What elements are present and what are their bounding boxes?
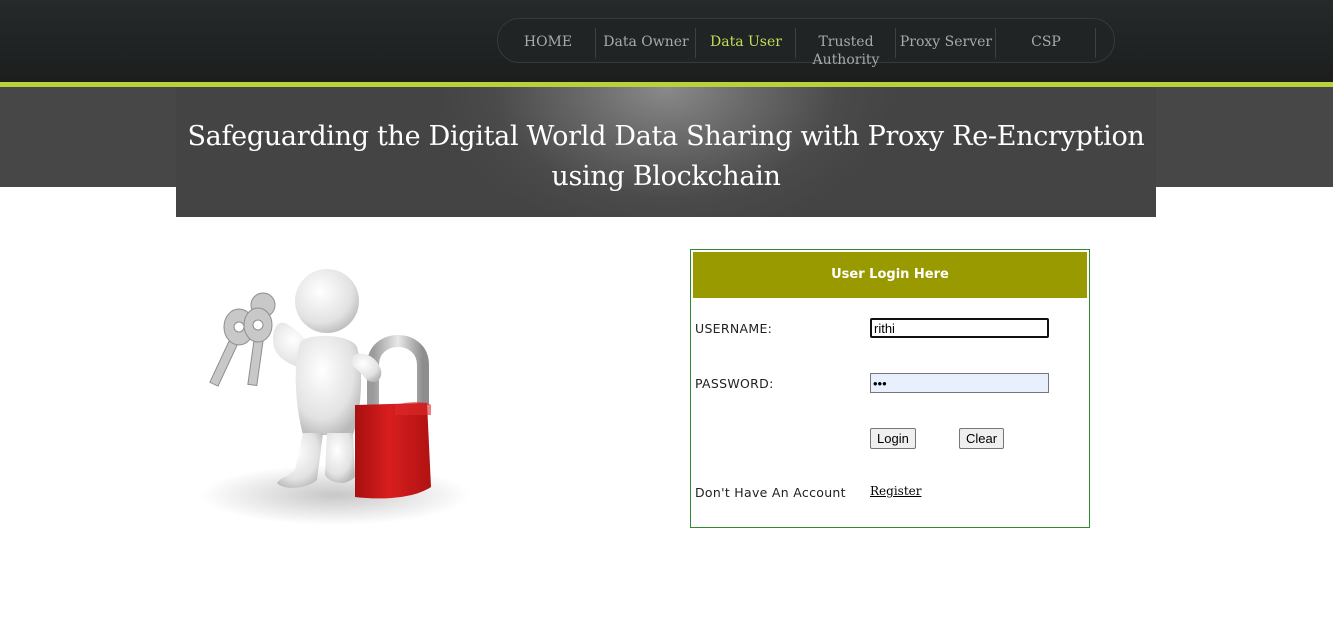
login-header: User Login Here bbox=[693, 252, 1087, 298]
register-link[interactable]: Register bbox=[870, 484, 921, 498]
nav-data-user[interactable]: Data User bbox=[696, 19, 796, 51]
top-bar: HOME Data Owner Data User Trusted Author… bbox=[0, 0, 1333, 82]
page-title: Safeguarding the Digital World Data Shar… bbox=[176, 117, 1156, 197]
clear-button[interactable]: Clear bbox=[959, 428, 1005, 449]
nav-divider bbox=[1095, 28, 1096, 58]
page-title-line-1: Safeguarding the Digital World Data Shar… bbox=[187, 121, 1145, 152]
login-button[interactable]: Login bbox=[870, 428, 916, 449]
username-input[interactable] bbox=[870, 318, 1049, 338]
main-nav: HOME Data Owner Data User Trusted Author… bbox=[497, 18, 1115, 68]
password-input[interactable] bbox=[870, 373, 1049, 393]
nav-data-owner[interactable]: Data Owner bbox=[596, 19, 696, 51]
page-title-line-2: using Blockchain bbox=[551, 161, 781, 192]
username-label: USERNAME: bbox=[695, 321, 773, 336]
no-account-text: Don't Have An Account bbox=[695, 485, 846, 500]
nav-csp[interactable]: CSP bbox=[996, 19, 1096, 51]
password-label: PASSWORD: bbox=[695, 376, 774, 391]
nav-trusted-authority[interactable]: Trusted Authority bbox=[796, 19, 896, 69]
login-form: User Login Here USERNAME: PASSWORD: Logi… bbox=[690, 249, 1090, 528]
nav-home[interactable]: HOME bbox=[498, 19, 598, 51]
user-with-keys-and-padlock-icon bbox=[195, 255, 485, 530]
nav-proxy-server[interactable]: Proxy Server bbox=[896, 19, 996, 51]
banner: Safeguarding the Digital World Data Shar… bbox=[176, 87, 1156, 217]
